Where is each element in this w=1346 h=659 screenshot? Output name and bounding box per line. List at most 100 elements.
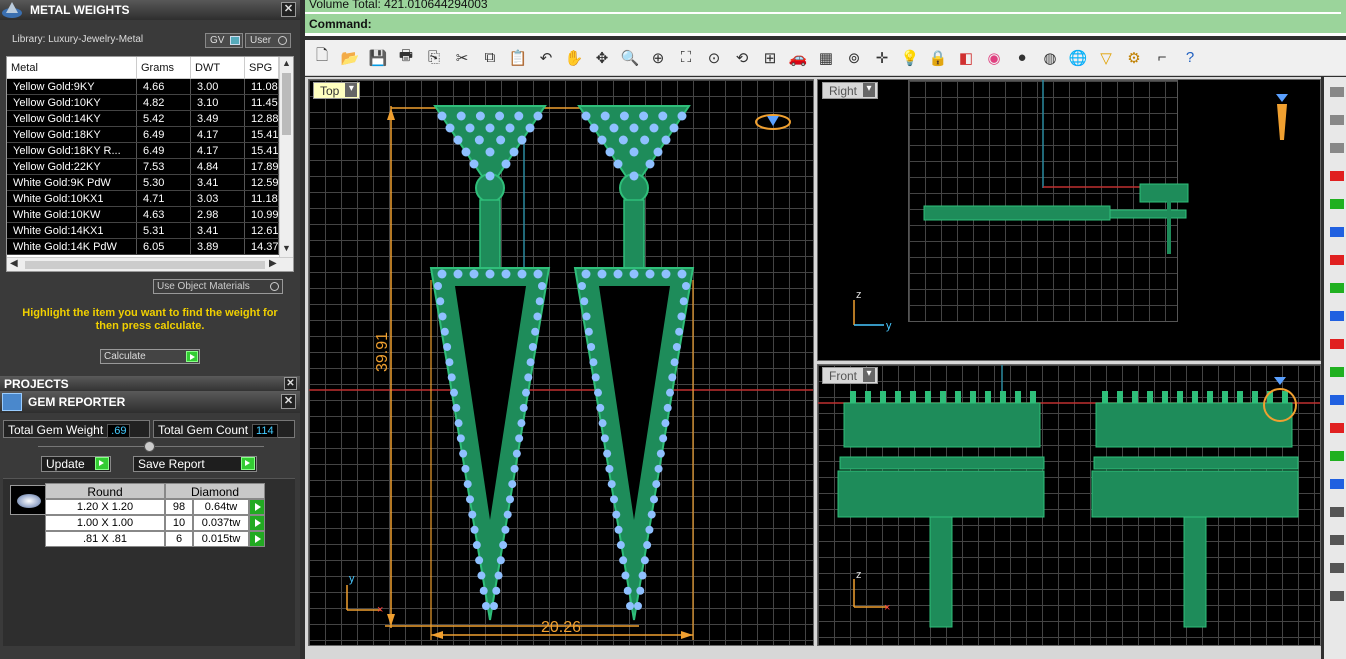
side-tool-icon[interactable] — [1330, 143, 1344, 153]
zoom-window-icon[interactable]: ⊕ — [647, 47, 669, 69]
paste-icon[interactable]: 📋 — [507, 47, 529, 69]
side-tool-icon[interactable] — [1330, 507, 1344, 517]
color-icon[interactable]: ◉ — [983, 47, 1005, 69]
metal-row[interactable]: White Gold:9K PdW 5.30 3.41 12.59 — [7, 175, 279, 191]
side-tool-icon[interactable] — [1330, 563, 1344, 573]
export-icon[interactable]: ⎘ — [423, 47, 445, 69]
gem-row-go-icon[interactable] — [249, 515, 265, 531]
side-tool-icon[interactable] — [1330, 227, 1344, 237]
scroll-left-icon[interactable]: ◀ — [10, 258, 18, 269]
right-viewport[interactable]: z y Right — [817, 79, 1321, 361]
col-dwt[interactable]: DWT — [191, 57, 245, 78]
metal-row[interactable]: White Gold:10KW 4.63 2.98 10.99 — [7, 207, 279, 223]
gv-toggle[interactable]: GV — [205, 33, 243, 48]
side-tool-icon[interactable] — [1330, 199, 1344, 209]
save-icon[interactable]: 💾 — [367, 47, 389, 69]
metal-weights-close-icon[interactable]: ✕ — [281, 2, 296, 17]
right-viewport-label[interactable]: Right — [822, 82, 879, 99]
side-tool-icon[interactable] — [1330, 451, 1344, 461]
save-report-button[interactable]: Save Report — [133, 456, 257, 472]
gem-reporter-close-icon[interactable]: ✕ — [281, 394, 296, 409]
metal-row[interactable]: White Gold:14KX1 5.31 3.41 12.61 — [7, 223, 279, 239]
metal-row[interactable]: White Gold:14K PdW 6.05 3.89 14.37 — [7, 239, 279, 255]
render-icon[interactable]: ◍ — [1039, 47, 1061, 69]
top-viewport-label[interactable]: Top — [313, 82, 361, 99]
gem-cell-weight: 0.64tw — [193, 499, 249, 515]
hscroll-thumb[interactable] — [25, 261, 265, 269]
gem-row[interactable]: .81 X .81 6 0.015tw — [45, 531, 265, 547]
side-tool-icon[interactable] — [1330, 255, 1344, 265]
side-tool-icon[interactable] — [1330, 367, 1344, 377]
globe-icon[interactable]: 🌐 — [1067, 47, 1089, 69]
gem-row-go-icon[interactable] — [249, 499, 265, 515]
cut-icon[interactable]: ✂ — [451, 47, 473, 69]
side-tool-icon[interactable] — [1330, 283, 1344, 293]
metal-cell-dwt: 4.17 — [191, 127, 245, 142]
metal-row[interactable]: White Gold:10KX1 4.71 3.03 11.18 — [7, 191, 279, 207]
col-grams[interactable]: Grams — [137, 57, 191, 78]
grid-icon[interactable]: ▦ — [815, 47, 837, 69]
vscroll-thumb[interactable] — [282, 73, 291, 135]
side-tool-icon[interactable] — [1330, 115, 1344, 125]
calculate-button[interactable]: Calculate — [100, 349, 200, 364]
gem-row[interactable]: 1.20 X 1.20 98 0.64tw — [45, 499, 265, 515]
top-viewport[interactable]: 39.91 20.26 y × Top ▾ — [308, 79, 814, 646]
front-viewport-label[interactable]: Front — [822, 367, 879, 384]
col-metal[interactable]: Metal — [7, 57, 137, 78]
side-tool-icon[interactable] — [1330, 479, 1344, 489]
col-spg[interactable]: SPG — [245, 57, 279, 78]
side-tool-icon[interactable] — [1330, 339, 1344, 349]
side-tool-icon[interactable] — [1330, 171, 1344, 181]
light-icon[interactable]: 💡 — [899, 47, 921, 69]
metal-row[interactable]: Yellow Gold:22KY 7.53 4.84 17.89 — [7, 159, 279, 175]
gem-row-go-icon[interactable] — [249, 531, 265, 547]
user-toggle[interactable]: User — [245, 33, 291, 48]
cone-icon[interactable]: ▽ — [1095, 47, 1117, 69]
projects-close-icon[interactable]: ✕ — [284, 377, 297, 390]
side-tool-icon[interactable] — [1330, 535, 1344, 545]
gear-icon[interactable]: ⚙ — [1123, 47, 1145, 69]
gem-row[interactable]: 1.00 X 1.00 10 0.037tw — [45, 515, 265, 531]
metal-table-vscrollbar[interactable]: ▲ ▼ — [279, 57, 293, 257]
layer-icon[interactable]: ◧ — [955, 47, 977, 69]
sphere-icon[interactable]: ● — [1011, 47, 1033, 69]
use-object-materials-option[interactable]: Use Object Materials — [153, 279, 283, 294]
dimension-icon[interactable]: ⌐ — [1151, 47, 1173, 69]
metal-table-hscrollbar[interactable]: ◀ ▶ — [7, 257, 293, 271]
zoom-selected-icon[interactable]: ⊙ — [703, 47, 725, 69]
metal-row[interactable]: Yellow Gold:10KY 4.82 3.10 11.45 — [7, 95, 279, 111]
scroll-down-icon[interactable]: ▼ — [282, 243, 291, 253]
print-icon[interactable]: 🖶 — [395, 47, 417, 69]
scroll-right-icon[interactable]: ▶ — [269, 258, 277, 269]
metal-row[interactable]: Yellow Gold:9KY 4.66 3.00 11.08 — [7, 79, 279, 95]
zoom-icon[interactable]: 🔍 — [619, 47, 641, 69]
metal-row[interactable]: Yellow Gold:18KY R... 6.49 4.17 15.41 — [7, 143, 279, 159]
help-icon[interactable]: ? — [1179, 47, 1201, 69]
side-tool-icon[interactable] — [1330, 591, 1344, 601]
point-icon[interactable]: ✛ — [871, 47, 893, 69]
rotate-view-icon[interactable]: ⟲ — [731, 47, 753, 69]
undo-icon[interactable]: ↶ — [535, 47, 557, 69]
metal-cell-spg: 11.45 — [245, 95, 279, 110]
side-tool-icon[interactable] — [1330, 87, 1344, 97]
side-tool-icon[interactable] — [1330, 311, 1344, 321]
side-tool-icon[interactable] — [1330, 395, 1344, 405]
four-viewports-icon[interactable]: ⊞ — [759, 47, 781, 69]
pan-icon[interactable]: ✋ — [563, 47, 585, 69]
gem-slider-knob[interactable] — [144, 441, 155, 452]
zoom-extents-icon[interactable]: ⛶ — [675, 47, 697, 69]
scroll-up-icon[interactable]: ▲ — [282, 58, 291, 68]
side-tool-icon[interactable] — [1330, 423, 1344, 433]
metal-row[interactable]: Yellow Gold:18KY 6.49 4.17 15.41 — [7, 127, 279, 143]
command-prompt[interactable]: Command: — [309, 17, 372, 31]
front-viewport[interactable]: z × Front — [817, 364, 1321, 646]
update-button[interactable]: Update — [41, 456, 111, 472]
metal-row[interactable]: Yellow Gold:14KY 5.42 3.49 12.88 — [7, 111, 279, 127]
copy-icon[interactable]: ⧉ — [479, 47, 501, 69]
car-icon[interactable]: 🚗 — [787, 47, 809, 69]
open-icon[interactable]: 📂 — [339, 47, 361, 69]
new-icon[interactable]: 🗋 — [311, 47, 333, 69]
lock-icon[interactable]: 🔒 — [927, 47, 949, 69]
move-icon[interactable]: ✥ — [591, 47, 613, 69]
snap-icon[interactable]: ⊚ — [843, 47, 865, 69]
